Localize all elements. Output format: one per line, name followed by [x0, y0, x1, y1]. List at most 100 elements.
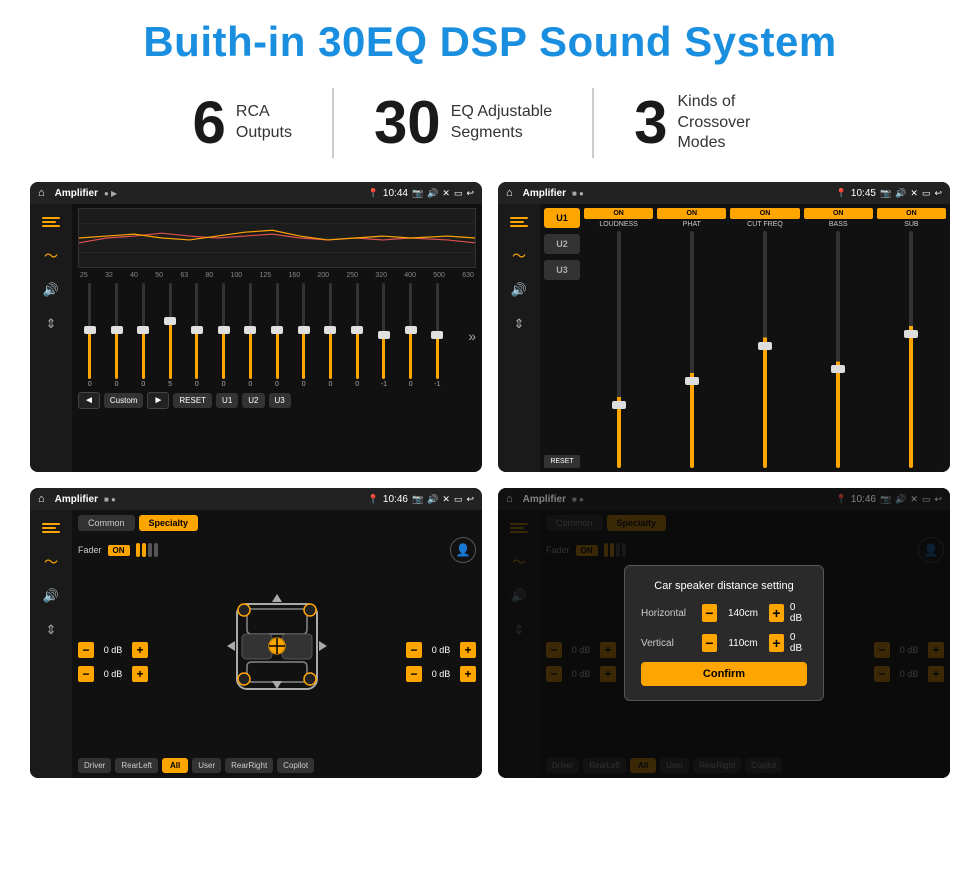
sub-on-btn[interactable]: ON: [877, 208, 946, 219]
eq-slider-6[interactable]: 0: [212, 283, 236, 388]
crossover-back-icon[interactable]: ↩: [934, 188, 942, 199]
cutfreq-on-btn[interactable]: ON: [730, 208, 799, 219]
confirm-button[interactable]: Confirm: [641, 662, 807, 686]
dialog-vertical-row: Vertical − 110cm + 0 dB: [641, 632, 807, 654]
eq-slider-3[interactable]: 0: [131, 283, 155, 388]
eq-u2-btn[interactable]: U2: [242, 393, 264, 408]
eq-next-btn[interactable]: ►: [147, 392, 169, 409]
crossover-u2-btn[interactable]: U2: [544, 234, 580, 254]
eq-status-dots: ● ▶: [104, 189, 117, 198]
eq-slider-7[interactable]: 0: [238, 283, 262, 388]
bass-label: BASS: [829, 221, 848, 229]
car-diagram-svg: [222, 574, 332, 704]
dialog-vertical-plus[interactable]: +: [769, 634, 784, 652]
eq-prev-btn[interactable]: ◄: [78, 392, 100, 409]
stat-rca-label: RCA Outputs: [236, 102, 292, 144]
loudness-slider[interactable]: [584, 231, 653, 468]
crossover-arrows-icon[interactable]: ⇕: [505, 314, 533, 334]
home-icon[interactable]: ⌂: [38, 187, 45, 199]
stat-rca-number: 6: [193, 93, 226, 153]
speaker-filter-icon[interactable]: [37, 518, 65, 538]
sp-rearright-btn[interactable]: RearRight: [225, 758, 273, 773]
fader-profile-icon[interactable]: 👤: [450, 537, 476, 563]
sp-right-bot-minus[interactable]: −: [406, 666, 422, 682]
sp-left-top-minus[interactable]: −: [78, 642, 94, 658]
dialog-horizontal-plus[interactable]: +: [769, 604, 784, 622]
speaker-layout-area: − 0 dB + − 0 dB +: [78, 569, 476, 754]
dialog-horizontal-value: 140cm: [723, 608, 763, 619]
sp-all-btn[interactable]: All: [162, 758, 188, 773]
crossover-u3-btn[interactable]: U3: [544, 260, 580, 280]
crossover-u1-btn[interactable]: U1: [544, 208, 580, 228]
eq-reset-btn[interactable]: RESET: [173, 393, 212, 408]
sp-left-top-plus[interactable]: +: [132, 642, 148, 658]
crossover-status-right: 📍 10:45 📷 🔊 ✕ ▭ ↩: [836, 188, 942, 199]
sub-slider[interactable]: [877, 231, 946, 468]
sp-left-bot-minus[interactable]: −: [78, 666, 94, 682]
fader-on-btn[interactable]: ON: [108, 545, 130, 556]
eq-slider-8[interactable]: 0: [265, 283, 289, 388]
stat-eq: 30 EQ Adjustable Segments: [334, 93, 592, 153]
speaker-arrows-icon[interactable]: ⇕: [37, 620, 65, 640]
eq-slider-5[interactable]: 0: [185, 283, 209, 388]
sp-user-btn[interactable]: User: [192, 758, 221, 773]
eq-slider-4[interactable]: 5: [158, 283, 182, 388]
speaker-wave-icon[interactable]: 〜: [37, 552, 65, 572]
crossover-speaker-icon[interactable]: 🔊: [505, 280, 533, 300]
eq-slider-14[interactable]: -1: [426, 283, 450, 388]
back-icon[interactable]: ↩: [466, 188, 474, 199]
eq-slider-9[interactable]: 0: [292, 283, 316, 388]
tab-common[interactable]: Common: [78, 515, 135, 531]
dialog-horizontal-minus[interactable]: −: [702, 604, 717, 622]
eq-u1-btn[interactable]: U1: [216, 393, 238, 408]
dialog-vertical-minus[interactable]: −: [702, 634, 717, 652]
speaker-screen-title: Amplifier: [55, 494, 98, 505]
loudness-on-btn[interactable]: ON: [584, 208, 653, 219]
phat-slider[interactable]: [657, 231, 726, 468]
speaker-main-area: Common Specialty Fader ON 👤: [72, 510, 482, 778]
sp-left-top-value: 0 dB: [98, 645, 128, 655]
crossover-home-icon[interactable]: ⌂: [506, 187, 513, 199]
sp-rearleft-btn[interactable]: RearLeft: [115, 758, 158, 773]
crossover-wave-icon[interactable]: 〜: [505, 246, 533, 266]
sp-driver-btn[interactable]: Driver: [78, 758, 111, 773]
crossover-channels: ON LOUDNESS ON PHAT: [584, 208, 946, 468]
phat-on-btn[interactable]: ON: [657, 208, 726, 219]
sp-right-top-value: 0 dB: [426, 645, 456, 655]
bass-on-btn[interactable]: ON: [804, 208, 873, 219]
speaker-status-right: 📍 10:46 📷 🔊 ✕ ▭ ↩: [368, 494, 474, 505]
crossover-reset-btn[interactable]: RESET: [544, 455, 580, 468]
speaker-back-icon[interactable]: ↩: [466, 494, 474, 505]
eq-slider-13[interactable]: 0: [399, 283, 423, 388]
eq-slider-10[interactable]: 0: [319, 283, 343, 388]
stat-eq-number: 30: [374, 93, 441, 153]
eq-u3-btn[interactable]: U3: [269, 393, 291, 408]
sp-right-bot-plus[interactable]: +: [460, 666, 476, 682]
eq-slider-2[interactable]: 0: [105, 283, 129, 388]
sp-copilot-btn[interactable]: Copilot: [277, 758, 314, 773]
sp-right-top-minus[interactable]: −: [406, 642, 422, 658]
eq-slider-11[interactable]: 0: [345, 283, 369, 388]
eq-sidebar: 〜 🔊 ⇕: [30, 204, 72, 472]
eq-wave-icon[interactable]: 〜: [37, 246, 65, 266]
crossover-sidebar: 〜 🔊 ⇕: [498, 204, 540, 472]
fader-bar-2: [142, 543, 146, 557]
speaker-right-bottom: − 0 dB +: [406, 666, 476, 682]
cutfreq-slider[interactable]: [730, 231, 799, 468]
sp-left-bot-plus[interactable]: +: [132, 666, 148, 682]
sp-right-top-plus[interactable]: +: [460, 642, 476, 658]
eq-time: 10:44: [383, 188, 408, 199]
crossover-filter-icon[interactable]: [505, 212, 533, 232]
speaker-volume-icon: 🔊: [427, 494, 438, 505]
eq-speaker-icon[interactable]: 🔊: [37, 280, 65, 300]
speaker-home-icon[interactable]: ⌂: [38, 493, 45, 505]
bass-slider[interactable]: [804, 231, 873, 468]
eq-arrows-icon[interactable]: ⇕: [37, 314, 65, 334]
sub-label: SUB: [904, 221, 918, 229]
eq-slider-1[interactable]: 0: [78, 283, 102, 388]
eq-expand-btn[interactable]: »: [452, 283, 476, 388]
eq-slider-12[interactable]: -1: [372, 283, 396, 388]
speaker-speaker-icon[interactable]: 🔊: [37, 586, 65, 606]
tab-specialty[interactable]: Specialty: [139, 515, 199, 531]
eq-filter-icon[interactable]: [37, 212, 65, 232]
